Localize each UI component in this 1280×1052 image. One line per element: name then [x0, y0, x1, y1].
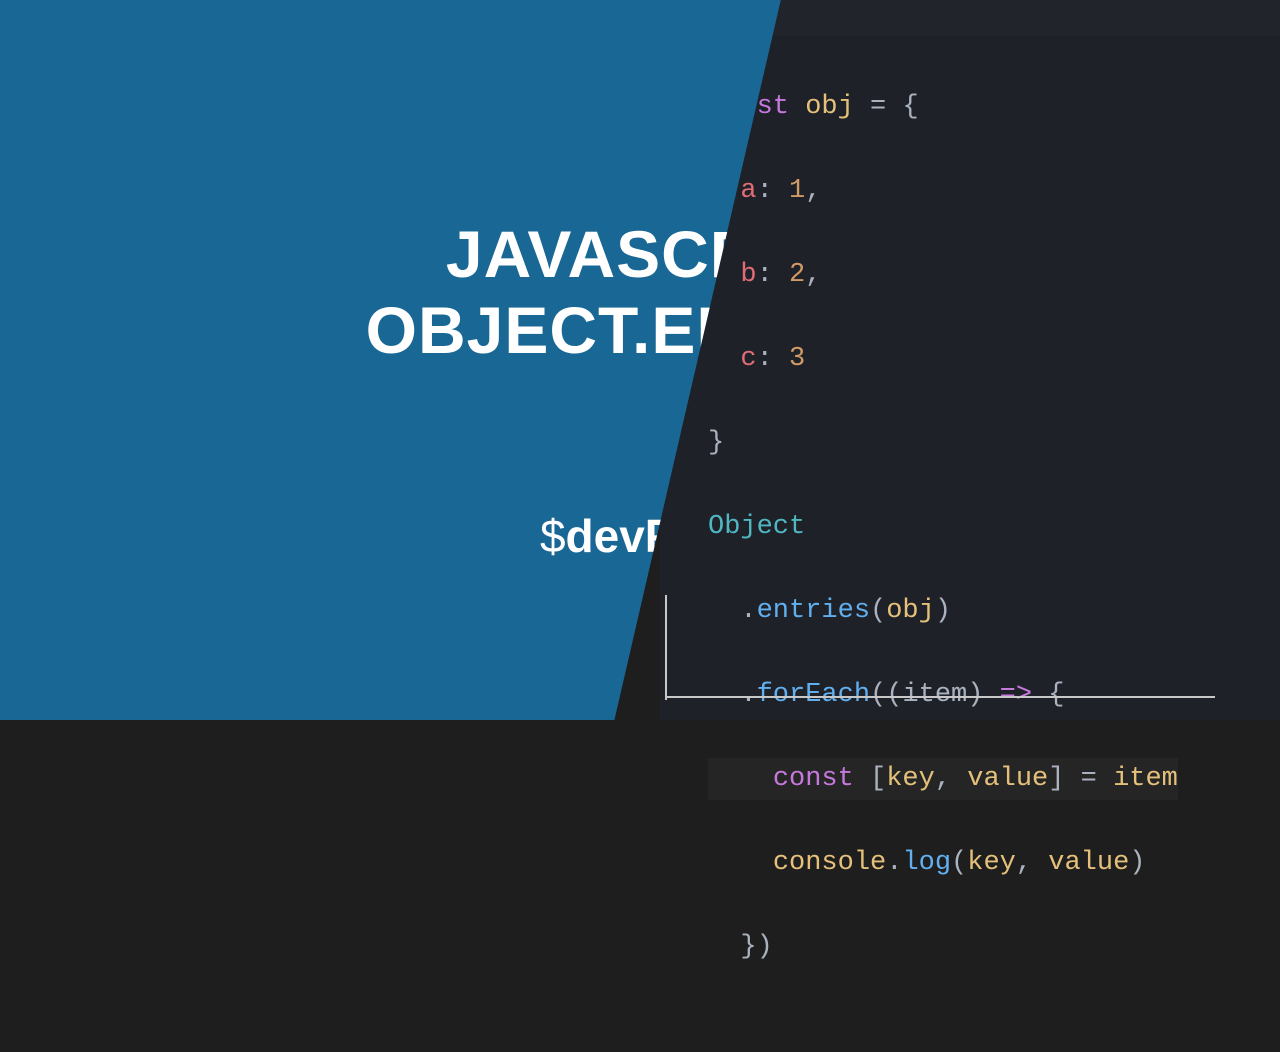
code-line: const [key, value] = item [708, 758, 1178, 800]
code-line: b: 2, [708, 254, 1178, 296]
code-line: const obj = { [708, 86, 1178, 128]
code-line: .forEach((item) => { [708, 674, 1178, 716]
code-content[interactable]: const obj = { a: 1, b: 2, c: 3 } Object … [708, 44, 1178, 1052]
code-line: } [708, 422, 1178, 464]
code-area: 1 2 3 4 5 6 7 8 9 const obj = { a: 1, b:… [660, 36, 1280, 1052]
code-line: c: 3 [708, 338, 1178, 380]
frame-line [665, 696, 1215, 698]
code-line: .entries(obj) [708, 590, 1178, 632]
code-line: a: 1, [708, 170, 1178, 212]
logo-prefix: $ [540, 510, 566, 562]
frame-line [665, 595, 667, 700]
code-line: console.log(key, value) [708, 842, 1178, 884]
code-line: }) [708, 926, 1178, 968]
code-line: Object [708, 506, 1178, 548]
